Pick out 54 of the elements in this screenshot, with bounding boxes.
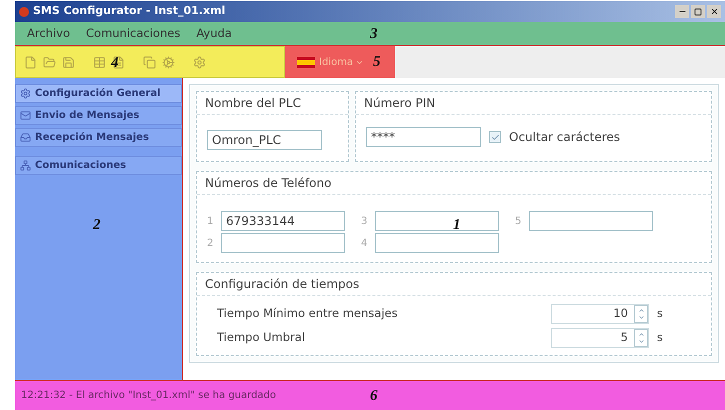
group-title: Números de Teléfono xyxy=(197,172,711,195)
maximize-button[interactable] xyxy=(691,5,705,18)
pin-field[interactable]: **** xyxy=(366,127,481,147)
annotation-number: 3 xyxy=(370,27,378,42)
group-title: Nombre del PLC xyxy=(197,92,348,115)
spin-arrows-icon[interactable] xyxy=(634,304,648,323)
annotation-number: 2 xyxy=(93,218,100,233)
group-title: Número PIN xyxy=(356,92,711,115)
annotation-number: 5 xyxy=(373,55,380,70)
sidebar-item[interactable]: Comunicaciones xyxy=(15,156,182,175)
close-icon xyxy=(710,7,718,16)
checkbox[interactable] xyxy=(489,131,501,143)
phone-field[interactable] xyxy=(221,233,345,253)
unit-label: s xyxy=(657,330,663,346)
phone-field[interactable] xyxy=(375,233,499,253)
app-icon xyxy=(19,6,29,16)
plc-name-field[interactable]: Omron_PLC xyxy=(207,130,322,150)
unit-label: s xyxy=(657,306,663,322)
phone-index: 3 xyxy=(361,214,368,228)
envelope-icon xyxy=(20,110,31,121)
annotation-number: 4 xyxy=(111,56,118,71)
gear-icon xyxy=(20,88,31,99)
annotation-number: 6 xyxy=(370,389,378,404)
phone-index: 5 xyxy=(515,214,522,228)
group-title: Configuración de tiempos xyxy=(197,272,711,296)
checkbox-label: Ocultar carácteres xyxy=(509,129,620,146)
spin-field[interactable]: 5 xyxy=(551,328,649,348)
menu-item[interactable]: Comunicaciones xyxy=(86,24,180,42)
phone-field[interactable] xyxy=(375,211,499,231)
tray-icon xyxy=(20,132,31,143)
check-icon xyxy=(490,132,500,142)
status-message: 12:21:32 - El archivo "Inst_01.xml" se ha guardado xyxy=(21,389,276,403)
timing-label: Tiempo Umbral xyxy=(217,329,306,346)
phone-index: 1 xyxy=(207,214,214,228)
minimize-button[interactable] xyxy=(675,5,689,18)
sidebar-item[interactable]: Envio de Mensajes xyxy=(15,106,182,125)
phone-field[interactable]: 679333144 xyxy=(221,211,345,231)
toolbar-icon[interactable] xyxy=(112,56,125,68)
close-button[interactable] xyxy=(707,5,721,18)
phone-index: 4 xyxy=(361,236,368,250)
window-title: SMS Configurator - Inst_01.xml xyxy=(33,3,226,20)
spin-field[interactable]: 10 xyxy=(551,304,649,324)
network-icon xyxy=(20,160,31,171)
annotation-number: 1 xyxy=(453,218,460,233)
phone-field[interactable] xyxy=(529,211,653,231)
sidebar-item[interactable]: Recepción Mensajes xyxy=(15,128,182,147)
menu-item[interactable]: Ayuda xyxy=(196,24,232,42)
flag-icon xyxy=(297,56,315,68)
maximize-icon xyxy=(694,8,702,16)
sidebar-item[interactable]: Configuración General xyxy=(15,84,182,103)
timing-label: Tiempo Mínimo entre mensajes xyxy=(217,305,399,322)
spin-arrows-icon[interactable] xyxy=(634,328,648,347)
phone-index: 2 xyxy=(207,236,214,250)
menu-item[interactable]: Archivo xyxy=(27,24,70,42)
